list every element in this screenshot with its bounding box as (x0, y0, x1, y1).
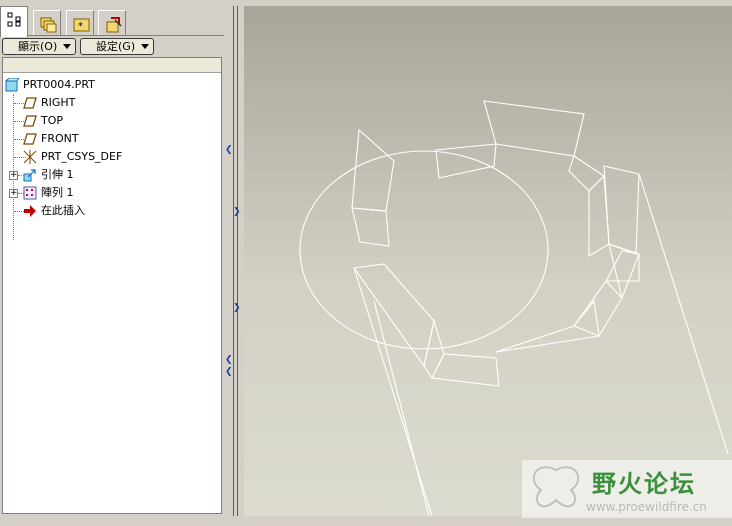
datum-plane-icon (23, 97, 37, 109)
datum-plane-icon (23, 133, 37, 145)
coordinate-system-icon (23, 150, 37, 164)
extrude-icon (23, 169, 36, 182)
tree-item-label: 陣列 1 (41, 186, 74, 199)
tree-item-label: 在此插入 (41, 204, 85, 217)
watermark: 野火论坛 www.proewildfire.cn (522, 460, 732, 518)
graphics-window[interactable] (244, 6, 732, 516)
expand-right-icon[interactable]: ❯ (233, 304, 241, 313)
display-menu-button[interactable]: 顯示(O) (2, 38, 76, 55)
collapse-left-icon[interactable]: ❮ (225, 368, 233, 377)
tree-item-label: RIGHT (41, 96, 76, 109)
insert-here-arrow-icon (24, 205, 36, 217)
tab-folder-browser[interactable] (33, 10, 61, 36)
settings-menu-button[interactable]: 設定(G) (80, 38, 154, 55)
tree-item-label: TOP (41, 114, 64, 127)
folder-browser-icon (40, 17, 57, 33)
collapse-left-icon[interactable]: ❮ (225, 146, 233, 155)
model-tree[interactable]: PRT0004.PRT RIGHT TOP FRONT PRT_CSYS_DEF… (2, 57, 222, 514)
display-menu-label: 顯示(O) (18, 40, 58, 53)
connections-icon (106, 17, 122, 33)
model-wireframe (299, 100, 729, 516)
expand-icon[interactable]: + (9, 171, 18, 180)
svg-text:*: * (78, 21, 83, 32)
panel-splitter[interactable]: ❮ ❯ ❯ ❮ ❮ (224, 0, 244, 526)
navigator-toolbar: 顯示(O) 設定(G) (0, 37, 224, 57)
tab-favorites[interactable]: * (66, 10, 94, 36)
chevron-down-icon (63, 44, 71, 49)
model-tree-icon (7, 12, 21, 27)
collapse-left-icon[interactable]: ❮ (225, 356, 233, 365)
watermark-title: 野火论坛 (592, 470, 696, 498)
tree-root-label: PRT0004.PRT (23, 78, 95, 91)
watermark-url: www.proewildfire.cn (586, 500, 707, 514)
navigator-panel: * 顯示(O) 設定(G) PRT0004.PRT RIGHT TOP FRON… (0, 0, 224, 526)
expand-right-icon[interactable]: ❯ (233, 208, 241, 217)
chevron-down-icon (141, 44, 149, 49)
tree-item-label: 引伸 1 (41, 168, 74, 181)
tree-item-label: FRONT (41, 132, 79, 145)
part-icon (5, 78, 19, 92)
tree-item-label: PRT_CSYS_DEF (41, 150, 123, 163)
tab-connections[interactable] (98, 10, 126, 36)
model-tree-header (3, 58, 221, 73)
tab-model-tree[interactable] (0, 6, 28, 37)
butterfly-logo-icon (532, 466, 580, 508)
settings-menu-label: 設定(G) (96, 40, 136, 53)
datum-plane-icon (23, 115, 37, 127)
expand-icon[interactable]: + (9, 189, 18, 198)
navigator-tabs: * (0, 0, 224, 37)
favorites-icon: * (73, 18, 90, 32)
pattern-icon (23, 186, 37, 200)
